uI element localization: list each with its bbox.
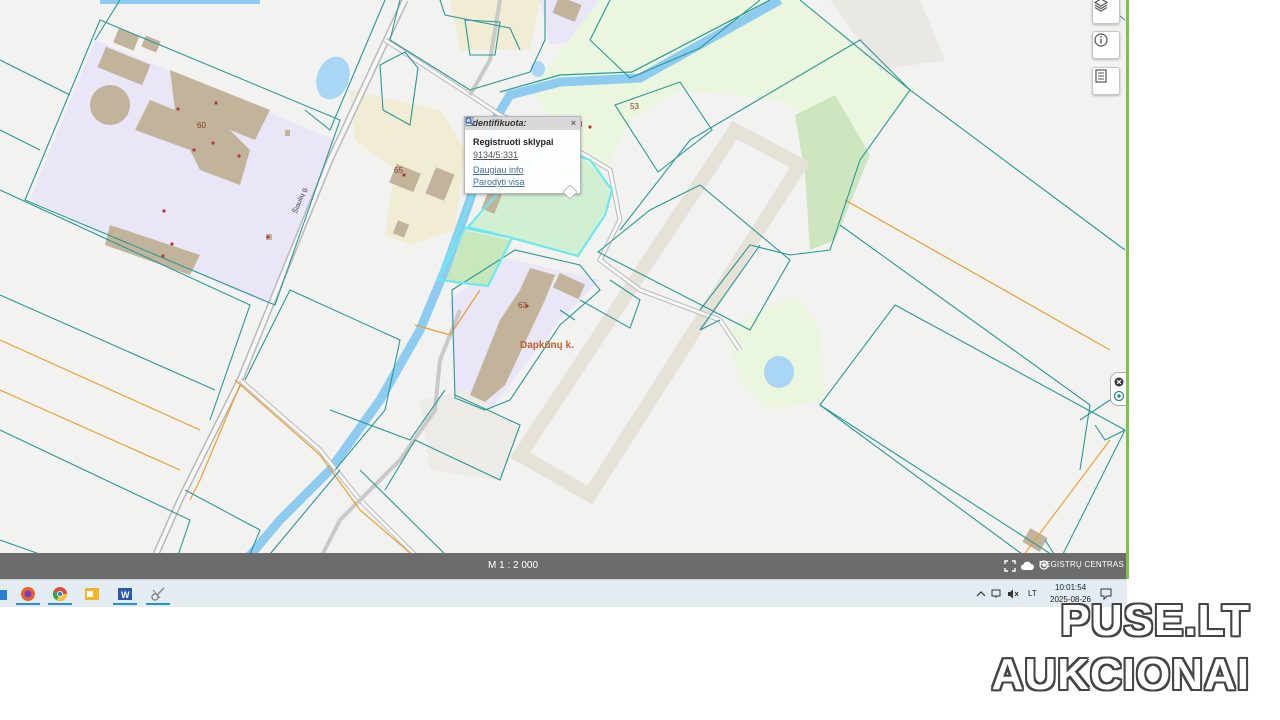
outlook-icon — [85, 587, 99, 600]
meadow — [725, 295, 825, 410]
snipping-tool-icon — [151, 587, 165, 601]
scale-bar: M 1 : 2 000 REGISTRŲ CENTRAS — [0, 553, 1127, 579]
svg-text:W: W — [121, 590, 130, 600]
watermark-line-1: PUSE.LT — [1060, 596, 1250, 645]
taskbar: W LT 10:01:54 2025-08-26 — [0, 579, 1127, 607]
popup-title: Registruoti sklypai — [473, 137, 554, 147]
village-label: Dapkūnų k. — [520, 340, 574, 351]
popup-pointer — [563, 185, 577, 199]
legend-icon — [1095, 69, 1107, 83]
chevron-up-icon[interactable] — [976, 589, 986, 599]
taskbar-app-snipping-tool[interactable] — [144, 582, 172, 605]
taskbar-app-chrome[interactable] — [46, 582, 74, 605]
legend-button[interactable] — [1092, 67, 1120, 95]
show-all-label: Parodyti visa — [473, 177, 525, 187]
brand-text: REGISTRŲ CENTRAS — [1039, 560, 1124, 569]
cloud-icon[interactable] — [1020, 560, 1034, 572]
pond — [764, 356, 794, 388]
taskbar-app-word[interactable]: W — [111, 582, 139, 605]
more-info-label: Daugiau info — [473, 165, 524, 175]
popup-close-button[interactable]: × — [571, 117, 576, 130]
side-panel-toggle[interactable] — [1110, 372, 1127, 406]
close-circle-icon — [1113, 377, 1125, 402]
active-indicator — [16, 603, 40, 605]
registru-centras-logo: REGISTRŲ CENTRAS — [1039, 560, 1124, 570]
parcel-label-63: 63 — [518, 301, 527, 310]
chrome-icon — [52, 586, 67, 601]
parcel-label-65: 65 — [394, 166, 403, 175]
pond — [316, 56, 350, 100]
word-icon: W — [118, 587, 132, 600]
parcel-id-link[interactable]: 9134/5:331 — [473, 150, 580, 160]
map-layer — [0, 0, 1126, 579]
layers-button[interactable] — [1092, 0, 1120, 24]
popup-header: Identifikuota: × — [465, 117, 580, 130]
scale-text: M 1 : 2 000 — [488, 560, 539, 571]
speaker-muted-icon[interactable] — [1007, 589, 1019, 599]
taskbar-app-outlook[interactable] — [78, 582, 106, 605]
fullscreen-icon[interactable] — [1004, 560, 1016, 572]
network-icon[interactable] — [991, 589, 1003, 599]
magnifier-icon — [465, 117, 474, 126]
info-button[interactable] — [1092, 31, 1120, 59]
watermark-line-2: AUKCIONAI — [991, 650, 1250, 699]
map-canvas[interactable]: 60 65 63 53 3 Dapkūnų k. Šiaulių g. Iden… — [0, 0, 1127, 579]
parcel-label-53: 53 — [630, 102, 639, 111]
info-icon — [1094, 33, 1108, 47]
active-indicator — [48, 603, 72, 605]
window-border — [1126, 0, 1129, 579]
identify-popup: Identifikuota: × Registruoti sklypai 913… — [464, 116, 581, 194]
parcel-label-60: 60 — [197, 121, 206, 130]
active-indicator — [146, 603, 170, 605]
registru-centras-icon — [1039, 560, 1049, 570]
taskbar-app-file-explorer[interactable] — [0, 582, 14, 605]
firefox-icon — [21, 586, 35, 601]
active-indicator — [113, 603, 137, 605]
file-explorer-icon — [0, 589, 7, 600]
clock-time[interactable]: 10:01:54 — [1055, 583, 1086, 592]
more-info-link[interactable]: Daugiau info — [465, 117, 580, 175]
popup-header-text: Identifikuota: — [470, 118, 527, 128]
pond — [531, 61, 545, 77]
layers-icon — [1093, 0, 1109, 12]
side-road — [239, 378, 442, 579]
language-indicator[interactable]: LT — [1028, 589, 1037, 598]
taskbar-app-firefox[interactable] — [14, 582, 42, 605]
residential-zone — [350, 90, 465, 245]
